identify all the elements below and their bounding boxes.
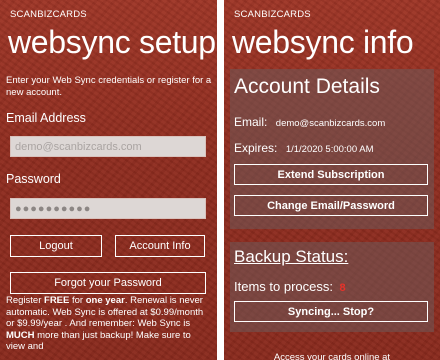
page-title: websync setup bbox=[8, 24, 216, 60]
register-text-2: for bbox=[69, 295, 86, 306]
register-one-year: one year bbox=[85, 295, 125, 306]
expires-label: Expires: bbox=[234, 141, 278, 155]
register-info-text: Register FREE for one year. Renewal is n… bbox=[6, 295, 212, 353]
account-details-heading: Account Details bbox=[234, 75, 380, 98]
app-name: SCANBIZCARDS bbox=[234, 9, 311, 20]
register-text-4: more than just backup! Make sure to view… bbox=[6, 329, 191, 353]
account-info-button[interactable]: Account Info bbox=[115, 235, 205, 257]
items-row: Items to process: 8 bbox=[234, 278, 346, 296]
websync-info-screen: SCANBIZCARDS websync info Account Detail… bbox=[224, 0, 440, 360]
sync-stop-button[interactable]: Syncing... Stop? bbox=[234, 301, 428, 322]
forgot-password-button[interactable]: Forgot your Password bbox=[10, 272, 206, 294]
extend-subscription-button[interactable]: Extend Subscription bbox=[234, 164, 428, 185]
intro-text: Enter your Web Sync credentials or regis… bbox=[6, 75, 212, 98]
backup-status-panel: Backup Status: Items to process: 8 Synci… bbox=[230, 242, 434, 332]
items-count-badge: 8 bbox=[339, 282, 346, 294]
items-label: Items to process: bbox=[234, 279, 333, 294]
register-free: FREE bbox=[44, 295, 70, 306]
email-label: Email: bbox=[234, 115, 268, 129]
app-name: SCANBIZCARDS bbox=[10, 9, 87, 20]
page-title: websync info bbox=[232, 24, 414, 60]
register-much: MUCH bbox=[6, 329, 35, 341]
password-label: Password bbox=[6, 172, 61, 186]
expires-row: Expires: 1/1/2020 5:00:00 AM bbox=[234, 139, 374, 157]
account-details-panel: Account Details Email: demo@scanbizcards… bbox=[230, 69, 434, 229]
email-field[interactable] bbox=[10, 136, 206, 157]
footer-text: Access your cards online at bbox=[273, 352, 391, 360]
register-text-1: Register bbox=[6, 295, 45, 306]
backup-status-heading: Backup Status: bbox=[234, 247, 349, 266]
email-value: demo@scanbizcards.com bbox=[275, 118, 386, 129]
password-value: ●●●●●●●●●● bbox=[15, 202, 92, 215]
expires-value: 1/1/2020 5:00:00 AM bbox=[285, 144, 374, 155]
logout-button[interactable]: Logout bbox=[10, 235, 102, 257]
password-field[interactable]: ●●●●●●●●●● bbox=[10, 198, 206, 219]
websync-setup-screen: SCANBIZCARDS websync setup Enter your We… bbox=[0, 0, 217, 360]
email-row: Email: demo@scanbizcards.com bbox=[234, 113, 385, 131]
email-label: Email Address bbox=[6, 111, 86, 125]
change-email-password-button[interactable]: Change Email/Password bbox=[234, 195, 428, 216]
